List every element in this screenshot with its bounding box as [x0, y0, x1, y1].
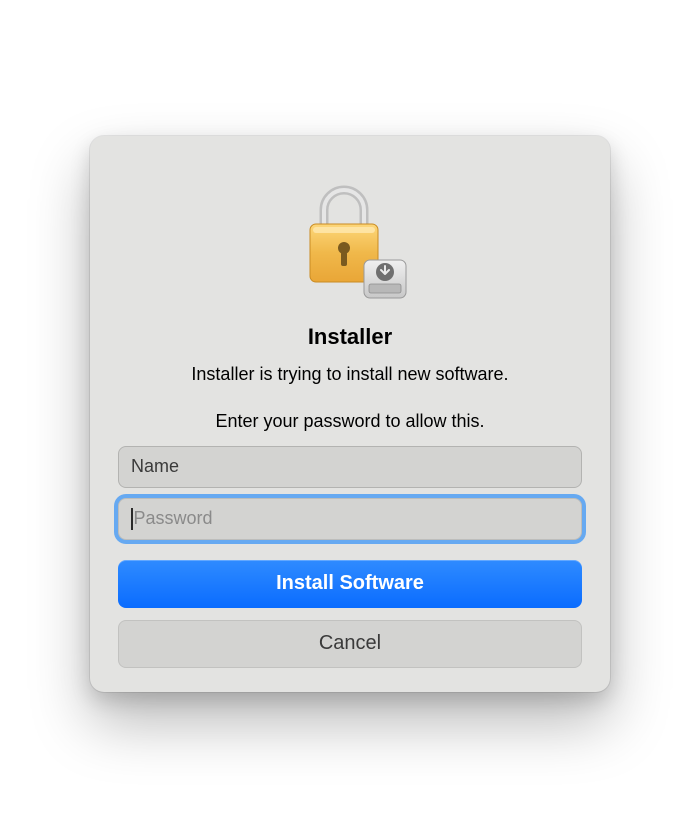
- install-software-button[interactable]: Install Software: [118, 560, 582, 608]
- dialog-instruction: Enter your password to allow this.: [215, 411, 484, 432]
- auth-dialog: Installer Installer is trying to install…: [90, 136, 610, 692]
- cancel-button-label: Cancel: [319, 632, 381, 655]
- name-field[interactable]: Name: [118, 446, 582, 488]
- dialog-title: Installer: [308, 324, 392, 350]
- install-software-button-label: Install Software: [276, 572, 424, 595]
- dialog-message: Installer is trying to install new softw…: [191, 364, 508, 385]
- password-placeholder: Password: [134, 508, 213, 529]
- password-field[interactable]: Password: [118, 498, 582, 540]
- text-caret: [131, 508, 133, 530]
- name-field-label: Name: [131, 456, 179, 477]
- lock-installer-icon: [280, 170, 420, 310]
- cancel-button[interactable]: Cancel: [118, 620, 582, 668]
